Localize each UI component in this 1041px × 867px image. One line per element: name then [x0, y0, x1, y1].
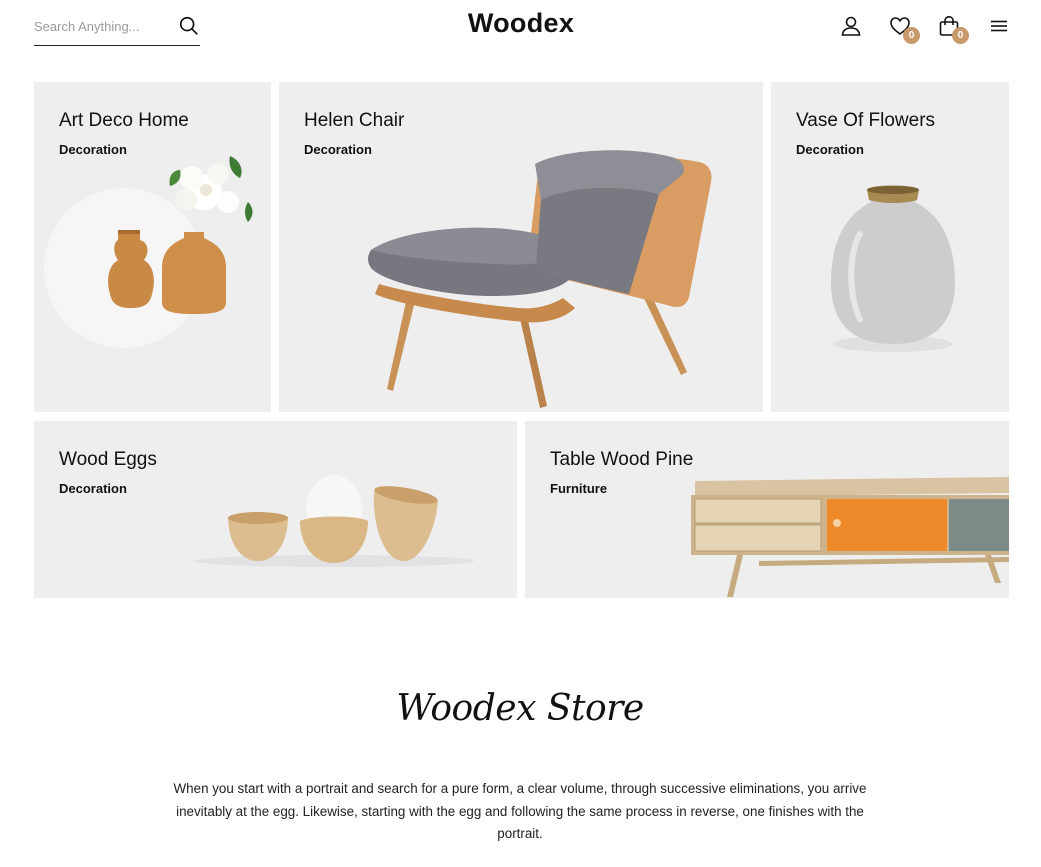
wishlist-button[interactable]: 0 — [888, 14, 920, 44]
product-card-wood-eggs[interactable]: Wood Eggs Decoration — [34, 421, 517, 598]
store-heading: Woodex Store — [396, 688, 644, 729]
product-card-helen-chair[interactable]: Helen Chair Decoration — [279, 82, 763, 412]
card-title[interactable]: Vase Of Flowers — [796, 110, 935, 132]
product-card-table-wood-pine[interactable]: Table Wood Pine Furniture — [525, 421, 1009, 598]
search-icon[interactable] — [178, 15, 200, 37]
card-category[interactable]: Decoration — [59, 142, 127, 157]
site-logo[interactable]: Woodex — [420, 8, 622, 39]
product-card-art-deco-home[interactable]: Art Deco Home Decoration — [34, 82, 271, 412]
search-input[interactable] — [34, 14, 174, 38]
user-icon[interactable] — [839, 14, 863, 38]
sideboard-image — [691, 477, 1009, 597]
product-card-vase-of-flowers[interactable]: Vase Of Flowers Decoration — [771, 82, 1009, 412]
card-title[interactable]: Art Deco Home — [59, 110, 189, 132]
search-bar — [34, 10, 200, 46]
card-title[interactable]: Helen Chair — [304, 110, 404, 132]
card-category[interactable]: Furniture — [550, 481, 607, 496]
card-title[interactable]: Table Wood Pine — [550, 449, 693, 471]
cart-button[interactable]: 0 — [937, 14, 969, 44]
site-header: Woodex 0 0 — [0, 0, 1041, 60]
card-category[interactable]: Decoration — [304, 142, 372, 157]
wood-eggs-image — [194, 475, 474, 567]
cart-count-badge: 0 — [952, 27, 969, 44]
store-description: When you start with a portrait and searc… — [173, 781, 867, 841]
wishlist-count-badge: 0 — [903, 27, 920, 44]
card-category[interactable]: Decoration — [59, 481, 127, 496]
card-title[interactable]: Wood Eggs — [59, 449, 157, 471]
menu-icon[interactable] — [987, 14, 1011, 38]
card-category[interactable]: Decoration — [796, 142, 864, 157]
